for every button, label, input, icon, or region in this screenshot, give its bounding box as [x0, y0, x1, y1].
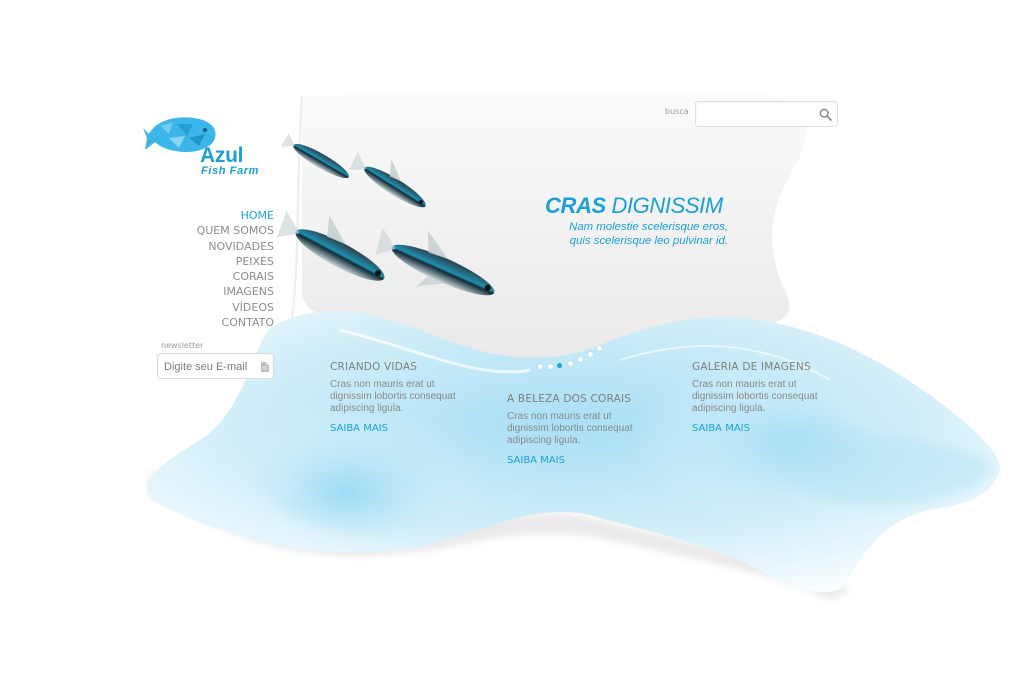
feature-body-line: adipiscing ligula. — [692, 403, 766, 415]
slide-dot-6[interactable] — [588, 352, 593, 357]
feature-body: Cras non mauris erat ut dignissim lobort… — [330, 379, 480, 416]
feature-body-line: dignissim lobortis consequat — [692, 391, 818, 403]
hero-title-part2: DIGNISSIM — [611, 193, 723, 218]
slide-dot-5[interactable] — [578, 357, 583, 362]
newsletter-field-container — [157, 353, 274, 379]
brand-logo[interactable]: Azul Fish Farm — [143, 112, 283, 182]
slide-dot-2[interactable] — [548, 364, 553, 369]
send-icon[interactable] — [260, 361, 270, 373]
hero-title: CRAS DIGNISSIM — [545, 193, 735, 219]
search-field-container — [695, 101, 838, 127]
feature-title: CRIANDO VIDAS — [330, 361, 418, 373]
hero-title-part1: CRAS — [545, 193, 606, 218]
feature-body-line: adipiscing ligula. — [507, 435, 581, 447]
search-label: busca — [665, 107, 689, 116]
slide-dot-7[interactable] — [597, 346, 602, 351]
saiba-mais-link[interactable]: SAIBA MAIS — [330, 423, 388, 434]
saiba-mais-link[interactable]: SAIBA MAIS — [692, 423, 750, 434]
search-icon[interactable] — [819, 108, 832, 121]
feature-title: GALERIA DE IMAGENS — [692, 361, 811, 373]
search-input[interactable] — [702, 106, 812, 123]
nav-item-corais[interactable]: CORAIS — [197, 269, 274, 284]
main-nav: HOME QUEM SOMOS NOVIDADES PEIXES CORAIS … — [197, 208, 274, 330]
nav-item-videos[interactable]: VÍDEOS — [197, 300, 274, 315]
feature-body-line: adipiscing ligula. — [330, 403, 404, 415]
feature-beleza-dos-corais: A BELEZA DOS CORAIS Cras non mauris erat… — [507, 392, 657, 467]
brand-name: Azul — [200, 144, 244, 167]
feature-body-line: dignissim lobortis consequat — [507, 423, 633, 435]
feature-body-line: Cras non mauris erat ut — [692, 379, 797, 390]
hero-subtitle-line1: Nam molestie scelerisque eros, — [569, 221, 728, 233]
newsletter-email-input[interactable] — [164, 358, 256, 375]
feature-body: Cras non mauris erat ut dignissim lobort… — [507, 411, 657, 448]
hero-fish-image — [276, 133, 495, 296]
feature-body-line: dignissim lobortis consequat — [330, 391, 456, 403]
saiba-mais-link[interactable]: SAIBA MAIS — [507, 455, 565, 466]
hero-subtitle: Nam molestie scelerisque eros, quis scel… — [520, 221, 728, 248]
feature-criando-vidas: CRIANDO VIDAS Cras non mauris erat ut di… — [330, 360, 480, 435]
page: Azul Fish Farm HOME QUEM SOMOS NOVIDADES… — [0, 0, 1020, 695]
nav-item-imagens[interactable]: IMAGENS — [197, 284, 274, 299]
slide-dot-4[interactable] — [568, 361, 573, 366]
slide-dot-1[interactable] — [538, 364, 543, 369]
slider-pagination — [536, 344, 606, 374]
nav-item-novidades[interactable]: NOVIDADES — [197, 239, 274, 254]
hero-subtitle-line2: quis scelerisque leo pulvinar id. — [569, 234, 728, 247]
feature-body-line: Cras non mauris erat ut — [507, 411, 612, 422]
brand-subtitle: Fish Farm — [201, 165, 259, 177]
slide-dot-3[interactable] — [557, 363, 562, 368]
feature-galeria-de-imagens: GALERIA DE IMAGENS Cras non mauris erat … — [692, 360, 842, 435]
feature-body: Cras non mauris erat ut dignissim lobort… — [692, 379, 842, 416]
newsletter-label: newsletter — [161, 341, 204, 350]
nav-item-contato[interactable]: CONTATO — [197, 315, 274, 330]
feature-body-line: Cras non mauris erat ut — [330, 379, 435, 390]
nav-item-quem-somos[interactable]: QUEM SOMOS — [197, 223, 274, 238]
nav-item-home[interactable]: HOME — [197, 208, 274, 223]
nav-item-peixes[interactable]: PEIXES — [197, 254, 274, 269]
feature-title: A BELEZA DOS CORAIS — [507, 393, 632, 405]
